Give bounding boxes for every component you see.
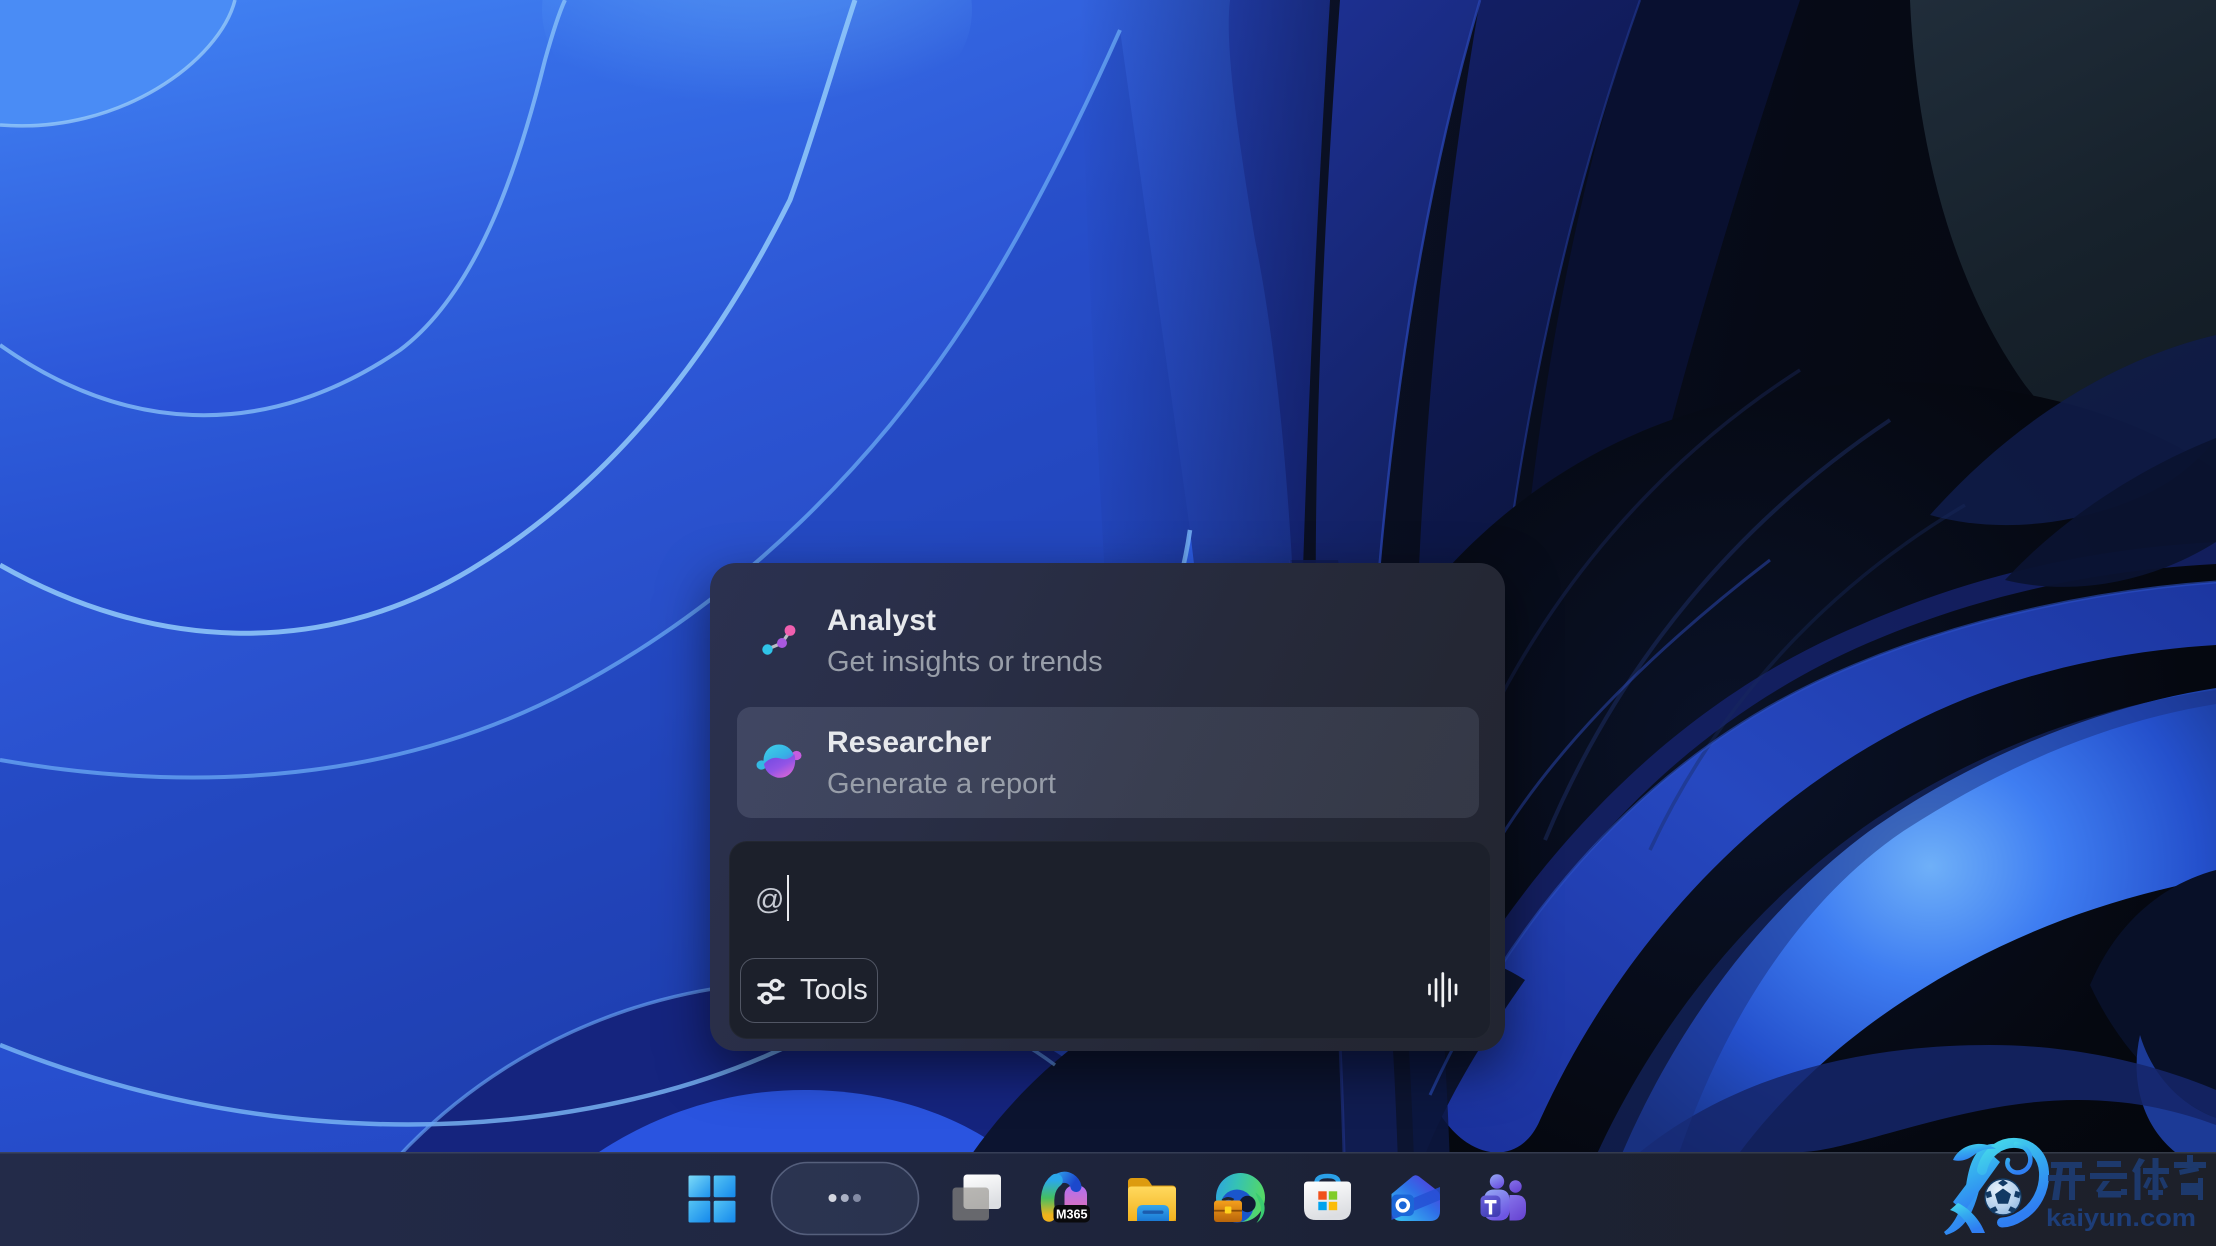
svg-text:kaiyun.com: kaiyun.com: [2046, 1205, 2196, 1232]
svg-text:M365: M365: [1056, 1208, 1088, 1222]
